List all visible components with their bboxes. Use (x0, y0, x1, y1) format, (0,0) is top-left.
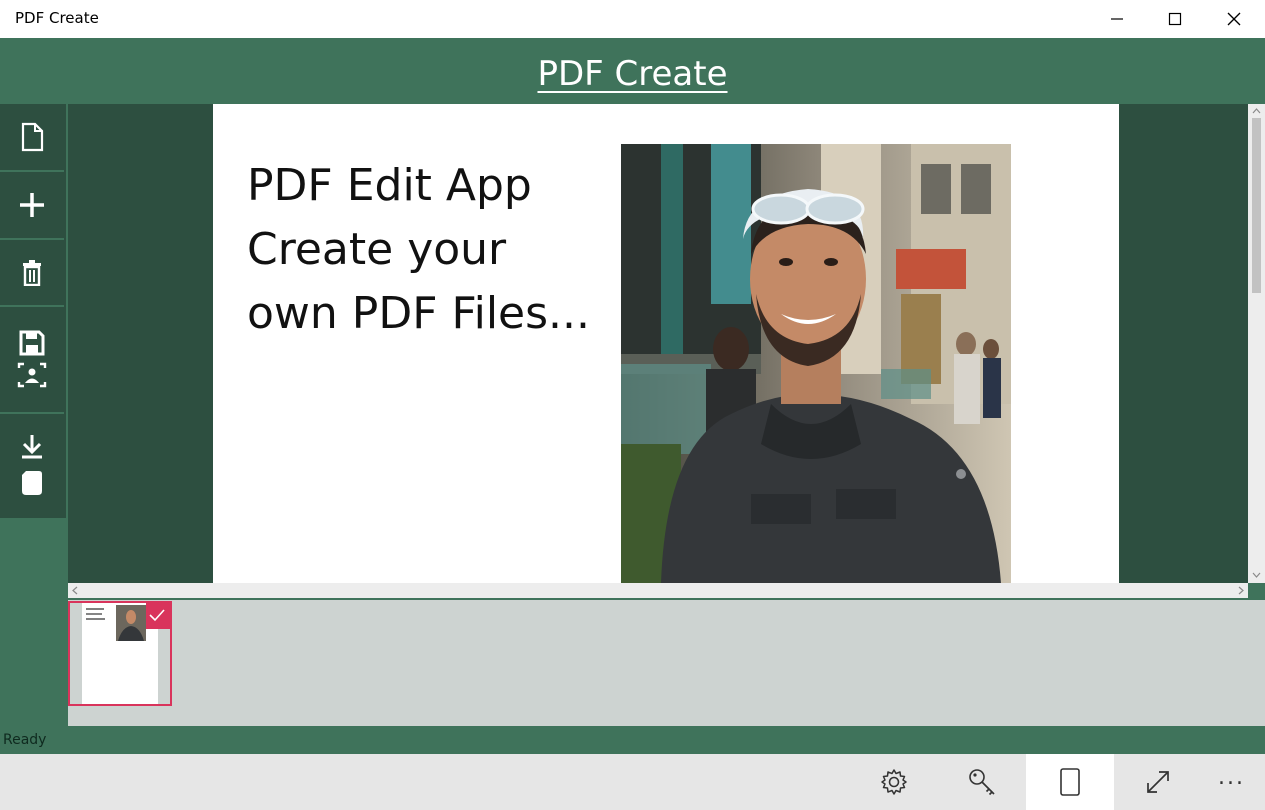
plus-icon (20, 193, 44, 217)
document-icon (21, 122, 44, 152)
page-text-line: PDF Edit App (247, 160, 532, 211)
vertical-scrollbar-track (1252, 108, 1261, 578)
minimize-button[interactable] (1088, 0, 1146, 38)
page-thumbnail[interactable] (68, 601, 172, 706)
page-portrait-icon (1060, 768, 1080, 796)
add-page-button[interactable] (0, 172, 64, 240)
key-button[interactable] (938, 754, 1026, 810)
download-icon (22, 435, 42, 495)
horizontal-scrollbar[interactable] (68, 583, 1248, 598)
fullscreen-button[interactable] (1114, 754, 1202, 810)
page-text-block[interactable]: PDF Edit App Create your own PDF Files..… (247, 154, 590, 346)
pdf-page[interactable]: PDF Edit App Create your own PDF Files..… (213, 104, 1119, 583)
save-icon (17, 330, 47, 387)
thumbnail-preview (82, 603, 170, 704)
maximize-icon (1168, 12, 1182, 26)
sidebar (0, 104, 66, 518)
more-options-button[interactable]: ... (1198, 754, 1265, 810)
portrait-photo[interactable] (621, 144, 1011, 583)
delete-page-button[interactable] (0, 240, 64, 307)
close-button[interactable] (1205, 0, 1263, 38)
page-text-line: own PDF Files... (247, 288, 590, 339)
bottom-app-bar: ... (0, 754, 1265, 810)
download-file-button[interactable] (0, 414, 64, 518)
document-canvas[interactable]: PDF Edit App Create your own PDF Files..… (68, 104, 1248, 583)
expand-icon (1147, 771, 1169, 793)
gear-icon (881, 769, 907, 795)
horizontal-scrollbar-track (72, 586, 1244, 595)
trash-icon (23, 259, 41, 286)
close-icon (1227, 12, 1241, 26)
new-document-button[interactable] (0, 104, 64, 172)
minimize-icon (1111, 18, 1123, 20)
thumbnail-strip (68, 600, 1265, 726)
key-icon (969, 769, 995, 796)
vertical-scrollbar[interactable] (1248, 104, 1265, 583)
status-bar: Ready (0, 726, 1265, 754)
page-text-line: Create your (247, 224, 507, 275)
settings-button[interactable] (850, 754, 938, 810)
status-text: Ready (3, 732, 47, 748)
more-options-icon: ... (1218, 764, 1245, 790)
maximize-button[interactable] (1146, 0, 1204, 38)
save-image-button[interactable] (0, 307, 64, 414)
window-titlebar: PDF Create (0, 0, 1265, 38)
page-orientation-button[interactable] (1026, 754, 1114, 810)
photo-image (621, 144, 1011, 583)
app-title-link[interactable]: PDF Create (537, 54, 727, 94)
window-title: PDF Create (15, 9, 99, 27)
app-header: PDF Create (0, 38, 1265, 104)
